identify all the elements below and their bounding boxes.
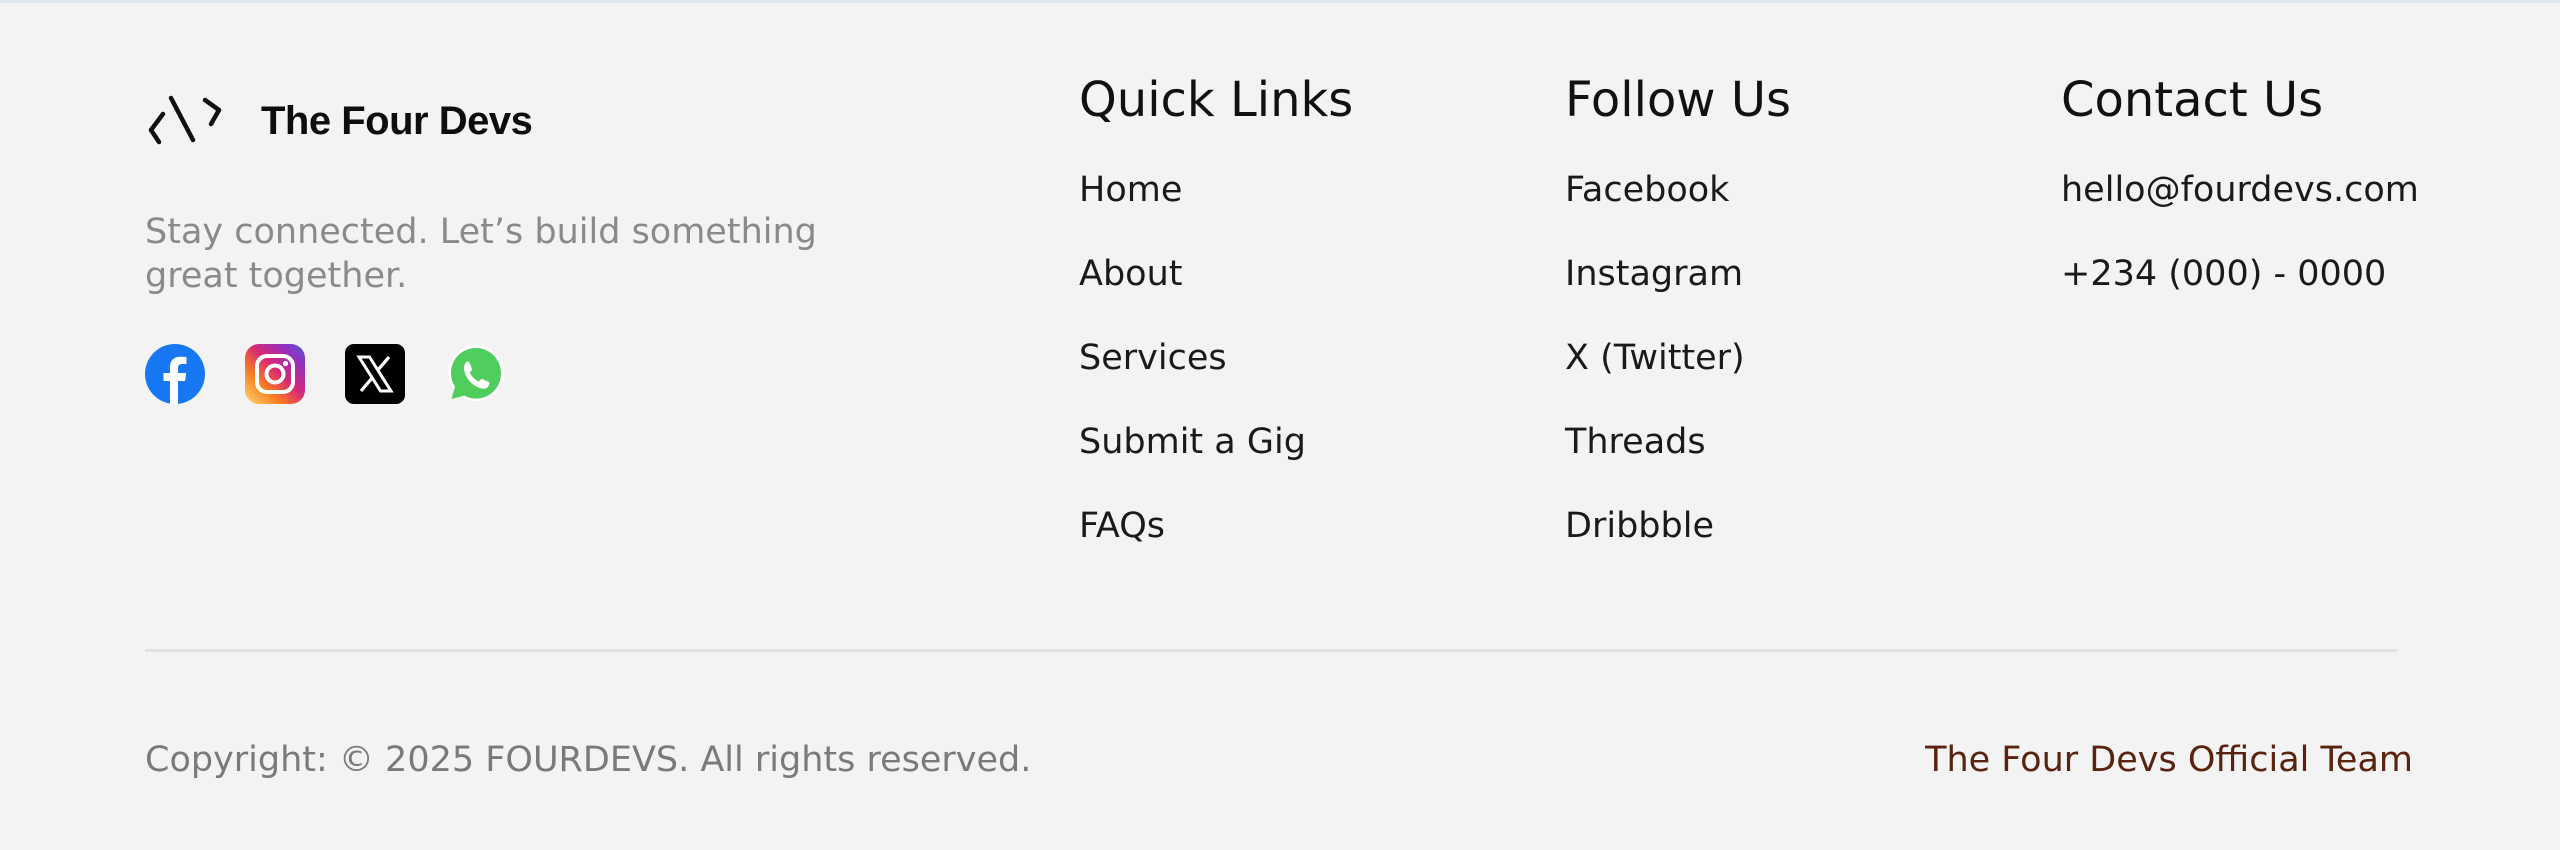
follow-link-x-twitter[interactable]: X (Twitter) [1565,338,1745,378]
footer-link-services[interactable]: Services [1079,338,1227,378]
whatsapp-icon[interactable] [445,344,505,404]
follow-link-facebook[interactable]: Facebook [1565,170,1729,210]
footer-divider [145,649,2397,652]
code-slash-icon [148,95,222,145]
footer-link-faqs[interactable]: FAQs [1079,506,1165,546]
contact-phone-link[interactable]: +234 (000) - 0000 [2061,254,2386,294]
brand-tagline: Stay connected. Let’s build something gr… [145,212,817,296]
social-icons [145,344,505,404]
follow-link-instagram[interactable]: Instagram [1565,254,1743,294]
contact-us-title: Contact Us [2061,72,2324,128]
contact-email-link[interactable]: hello@fourdevs.com [2061,170,2419,210]
footer-link-about[interactable]: About [1079,254,1182,294]
follow-link-dribbble[interactable]: Dribbble [1565,506,1714,546]
facebook-icon[interactable] [145,344,205,404]
x-icon[interactable] [345,344,405,404]
follow-link-threads[interactable]: Threads [1565,422,1706,462]
contact-us-column: Contact Us hello@fourdevs.com +234 (000)… [2061,70,2419,336]
quick-links-title: Quick Links [1079,72,1354,128]
footer-link-home[interactable]: Home [1079,170,1182,210]
footer-link-submit-gig[interactable]: Submit a Gig [1079,422,1306,462]
copyright-text: Copyright: © 2025 FOURDEVS. All rights r… [145,740,1032,780]
follow-us-column: Follow Us Facebook Instagram X (Twitter)… [1565,70,1791,588]
instagram-icon[interactable] [245,344,305,404]
site-footer: The Four Devs Stay connected. Let’s buil… [0,0,2560,850]
brand-name: The Four Devs [261,98,533,143]
follow-us-title: Follow Us [1565,72,1791,128]
official-team-link[interactable]: The Four Devs Official Team [1925,738,2413,782]
quick-links-column: Quick Links Home About Services Submit a… [1079,70,1353,588]
brand-logo[interactable]: The Four Devs [145,86,533,156]
